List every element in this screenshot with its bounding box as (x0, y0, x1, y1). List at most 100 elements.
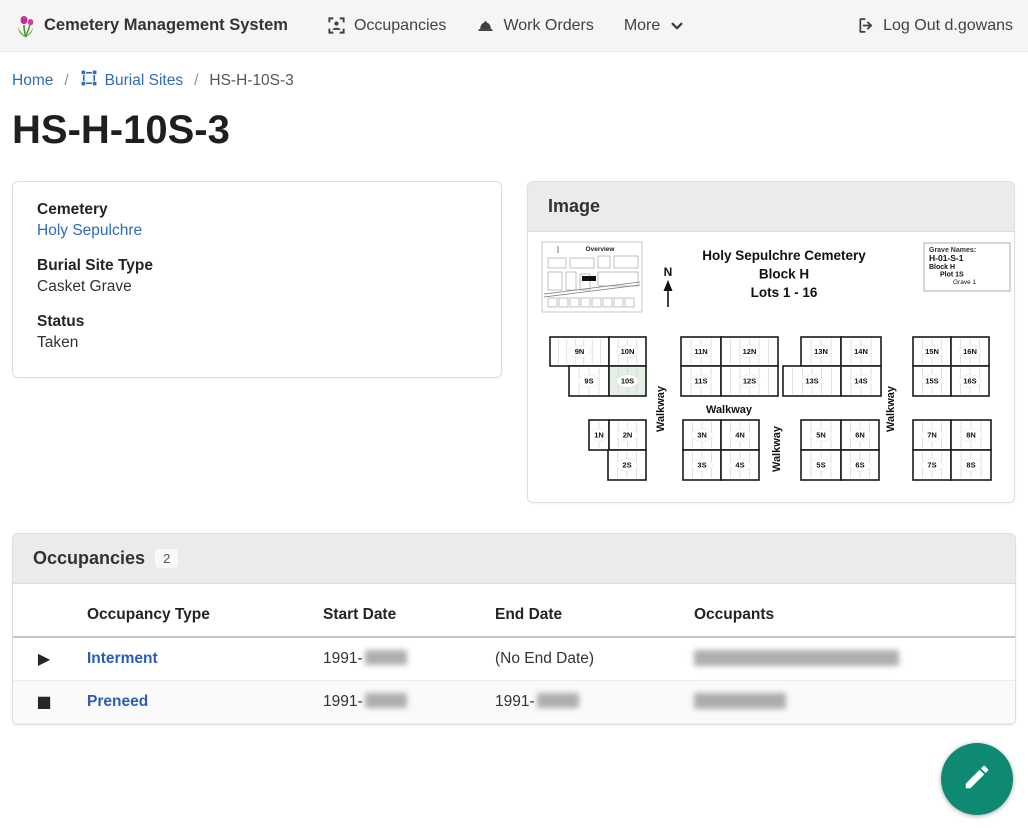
svg-text:10S: 10S (621, 377, 634, 386)
svg-text:7S: 7S (927, 461, 936, 470)
svg-text:6N: 6N (855, 431, 865, 440)
end-date-value: (No End Date) (495, 650, 594, 667)
breadcrumb-current: HS-H-10S-3 (209, 72, 293, 90)
svg-text:Walkway: Walkway (706, 404, 753, 416)
cemetery-link[interactable]: Holy Sepulchre (37, 222, 142, 239)
burial-site-type-value: Casket Grave (37, 278, 477, 296)
logout-button[interactable]: Log Out d.gowans (856, 16, 1013, 35)
redacted-occupants (694, 693, 786, 709)
column-header-end-date: End Date (483, 592, 682, 637)
occupancies-count-badge: 2 (155, 549, 178, 568)
start-date-value: 1991- (323, 650, 363, 667)
svg-text:5N: 5N (816, 431, 826, 440)
play-icon: ▶ (38, 649, 50, 668)
start-date-value: 1991- (323, 693, 363, 710)
cemetery-label: Cemetery (37, 201, 477, 219)
svg-text:Plot 1S: Plot 1S (940, 272, 964, 279)
occupancies-header: Occupancies 2 (13, 534, 1015, 584)
svg-text:4S: 4S (735, 461, 744, 470)
occupancy-interment-link[interactable]: Interment (87, 650, 158, 667)
svg-text:1N: 1N (594, 431, 604, 440)
svg-text:Overview: Overview (586, 246, 616, 253)
column-header-occupancy-type: Occupancy Type (75, 592, 311, 637)
breadcrumb-burial-sites-link[interactable]: Burial Sites (80, 69, 183, 92)
app-brand[interactable]: Cemetery Management System (15, 13, 288, 39)
svg-text:3S: 3S (697, 461, 706, 470)
svg-text:16N: 16N (963, 347, 977, 356)
occupancies-card: Occupancies 2 Occupancy Type Start Date … (12, 533, 1016, 725)
hard-hat-icon (476, 16, 495, 35)
nav-more-label: More (624, 17, 660, 35)
tulip-logo-icon (15, 13, 36, 39)
pencil-icon (962, 762, 992, 797)
column-header-icon (13, 592, 75, 637)
svg-text:Grave 1: Grave 1 (953, 279, 977, 286)
svg-text:6S: 6S (855, 461, 864, 470)
svg-text:Block H: Block H (929, 264, 955, 271)
svg-text:4N: 4N (735, 431, 745, 440)
svg-text:13S: 13S (805, 377, 818, 386)
breadcrumb: Home / Burial Sites / HS-H-10S-3 (0, 52, 1028, 92)
svg-text:5S: 5S (816, 461, 825, 470)
edit-fab-button[interactable] (941, 743, 1013, 815)
svg-text:10N: 10N (621, 347, 635, 356)
svg-text:11S: 11S (695, 377, 708, 386)
svg-text:2N: 2N (623, 431, 633, 440)
burial-sites-icon (80, 69, 98, 92)
occupancy-preneed-link[interactable]: Preneed (87, 693, 148, 710)
svg-text:Walkway: Walkway (655, 385, 667, 432)
redacted-occupants (694, 650, 899, 666)
svg-text:8S: 8S (966, 461, 975, 470)
nav-work-orders[interactable]: Work Orders (476, 16, 593, 35)
site-map-image: Overview N Holy Sepulchre Cemetery Block H L… (528, 232, 1014, 502)
svg-text:15S: 15S (925, 377, 938, 386)
svg-text:Lots 1 - 16: Lots 1 - 16 (751, 285, 818, 300)
svg-text:Walkway: Walkway (885, 385, 897, 432)
image-card: Image Overview N Holy Sepulchre Cemetery Bl… (527, 181, 1015, 503)
svg-text:H-01-S-1: H-01-S-1 (929, 253, 964, 263)
svg-text:15N: 15N (925, 347, 939, 356)
svg-text:3N: 3N (697, 431, 707, 440)
svg-text:N: N (664, 265, 673, 279)
svg-text:14N: 14N (854, 347, 868, 356)
redacted-start-date (365, 693, 407, 708)
page-title: HS-H-10S-3 (0, 108, 1028, 153)
logout-icon (856, 16, 875, 35)
breadcrumb-separator: / (64, 72, 68, 90)
image-card-header: Image (528, 182, 1014, 232)
nav-more[interactable]: More (624, 17, 684, 35)
column-header-start-date: Start Date (311, 592, 483, 637)
logout-label: Log Out d.gowans (883, 17, 1013, 35)
svg-text:12N: 12N (743, 347, 757, 356)
svg-text:8N: 8N (966, 431, 976, 440)
svg-text:Block H: Block H (759, 267, 809, 282)
breadcrumb-home-link[interactable]: Home (12, 72, 53, 90)
svg-text:16S: 16S (963, 377, 976, 386)
svg-text:9N: 9N (575, 347, 585, 356)
nav-work-orders-label: Work Orders (503, 17, 593, 35)
svg-text:11N: 11N (694, 347, 707, 356)
svg-text:7N: 7N (927, 431, 937, 440)
app-title: Cemetery Management System (44, 16, 288, 35)
burial-site-type-label: Burial Site Type (37, 257, 477, 275)
svg-text:Walkway: Walkway (771, 425, 783, 472)
svg-text:13N: 13N (814, 347, 828, 356)
occupancies-frame-icon (327, 16, 346, 35)
stop-square-icon: ■ (36, 692, 51, 711)
occupancies-title: Occupancies (33, 548, 145, 569)
table-row[interactable]: ■ Preneed 1991- 1991- (13, 681, 1015, 724)
svg-text:Holy Sepulchre Cemetery: Holy Sepulchre Cemetery (702, 248, 866, 263)
status-label: Status (37, 313, 477, 331)
breadcrumb-burial-sites-label: Burial Sites (105, 72, 183, 90)
redacted-start-date (365, 650, 407, 665)
svg-text:12S: 12S (743, 377, 756, 386)
nav-occupancies[interactable]: Occupancies (327, 16, 447, 35)
site-details-card: Cemetery Holy Sepulchre Burial Site Type… (12, 181, 502, 378)
occupancies-table: Occupancy Type Start Date End Date Occup… (13, 592, 1015, 724)
nav-occupancies-label: Occupancies (354, 17, 447, 35)
table-row[interactable]: ▶ Interment 1991- (No End Date) (13, 637, 1015, 681)
column-header-occupants: Occupants (682, 592, 1015, 637)
svg-text:2S: 2S (622, 461, 631, 470)
svg-text:9S: 9S (584, 377, 593, 386)
svg-text:14S: 14S (854, 377, 867, 386)
